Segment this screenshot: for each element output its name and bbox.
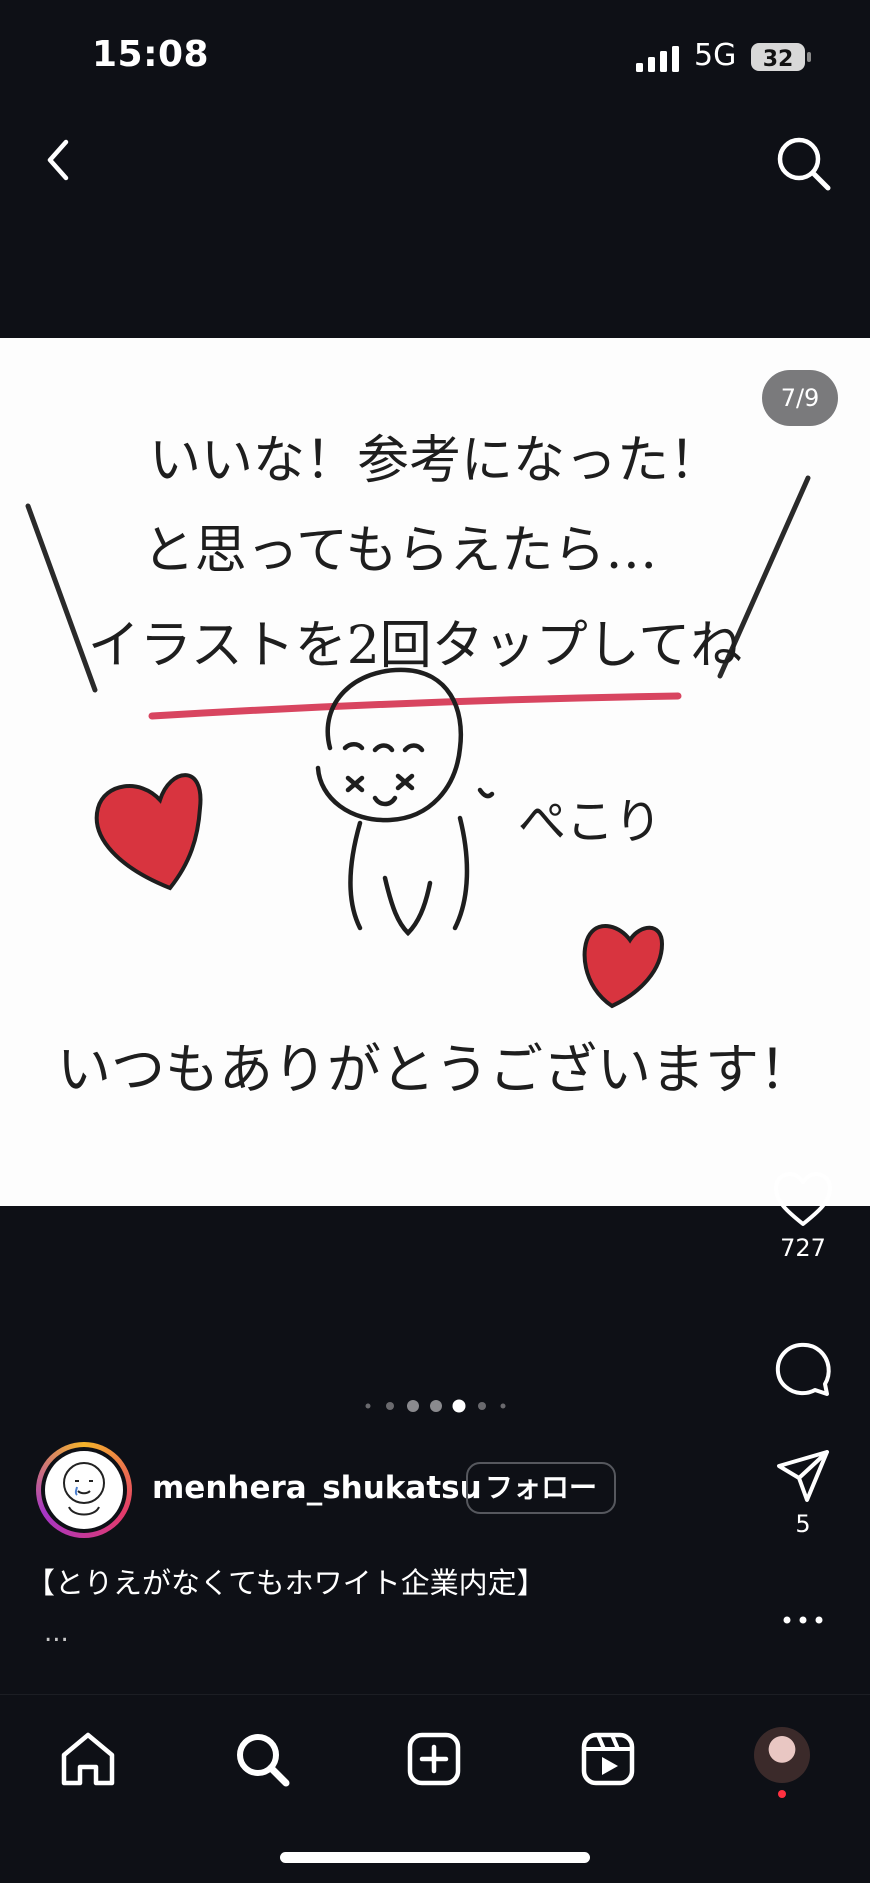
status-bar: 15:08 5G 32 xyxy=(0,0,870,110)
heart-drawing-left xyxy=(94,773,203,891)
carousel-dots xyxy=(365,1399,506,1413)
top-bar xyxy=(0,110,870,210)
network-type: 5G xyxy=(694,38,737,73)
author-username[interactable]: menhera_shukatsu xyxy=(152,1470,482,1506)
author-row: menhera_shukatsu フォロー xyxy=(36,1442,676,1538)
image-text-thanks: いつもありがとうございます！ xyxy=(57,1038,813,1101)
search-icon[interactable] xyxy=(770,130,836,196)
more-button[interactable] xyxy=(758,1610,848,1634)
heart-icon[interactable] xyxy=(770,1170,836,1230)
caption-more[interactable]: ... xyxy=(44,1618,69,1648)
slide-counter: 7/9 xyxy=(762,370,838,426)
follow-button[interactable]: フォロー xyxy=(466,1462,616,1514)
post-caption[interactable]: 【とりえがなくてもホワイト企業内定】 xyxy=(26,1560,546,1602)
post-image[interactable]: いいな！参考になった！ と思ってもらえたら… イラストを2回タップしてね ぺこり… xyxy=(0,338,870,1206)
avatar-drawing xyxy=(63,1462,105,1516)
comment-icon[interactable] xyxy=(773,1340,833,1400)
profile-avatar[interactable] xyxy=(754,1727,810,1783)
share-button[interactable]: 5 xyxy=(758,1446,848,1538)
share-count: 5 xyxy=(795,1510,811,1538)
like-count: 727 xyxy=(780,1234,826,1262)
back-arrow-icon[interactable] xyxy=(30,130,90,190)
home-indicator xyxy=(280,1852,590,1863)
explore-search-icon[interactable] xyxy=(230,1727,294,1791)
author-avatar[interactable] xyxy=(36,1442,132,1538)
battery-level: 32 xyxy=(763,47,794,72)
image-text-line1: いいな！参考になった！ xyxy=(149,431,721,491)
image-text-bow: ぺこり xyxy=(518,794,662,850)
home-icon[interactable] xyxy=(56,1727,120,1791)
image-text-line3: イラストを2回タップしてね xyxy=(88,616,743,676)
signal-icon xyxy=(636,46,679,72)
reels-icon[interactable] xyxy=(576,1727,640,1791)
heart-drawing-right xyxy=(582,924,665,1009)
like-button[interactable]: 727 xyxy=(758,1170,848,1262)
status-time: 15:08 xyxy=(92,34,210,75)
notification-dot xyxy=(778,1790,786,1798)
send-icon[interactable] xyxy=(773,1446,833,1506)
battery-icon: 32 xyxy=(751,43,811,72)
plus-square-icon[interactable] xyxy=(402,1727,466,1791)
image-text-line2: と思ってもらえたら… xyxy=(143,521,658,581)
illustration: いいな！参考になった！ と思ってもらえたら… イラストを2回タップしてね ぺこり… xyxy=(25,431,813,1101)
comment-button[interactable] xyxy=(758,1340,848,1404)
more-icon[interactable] xyxy=(773,1610,833,1630)
